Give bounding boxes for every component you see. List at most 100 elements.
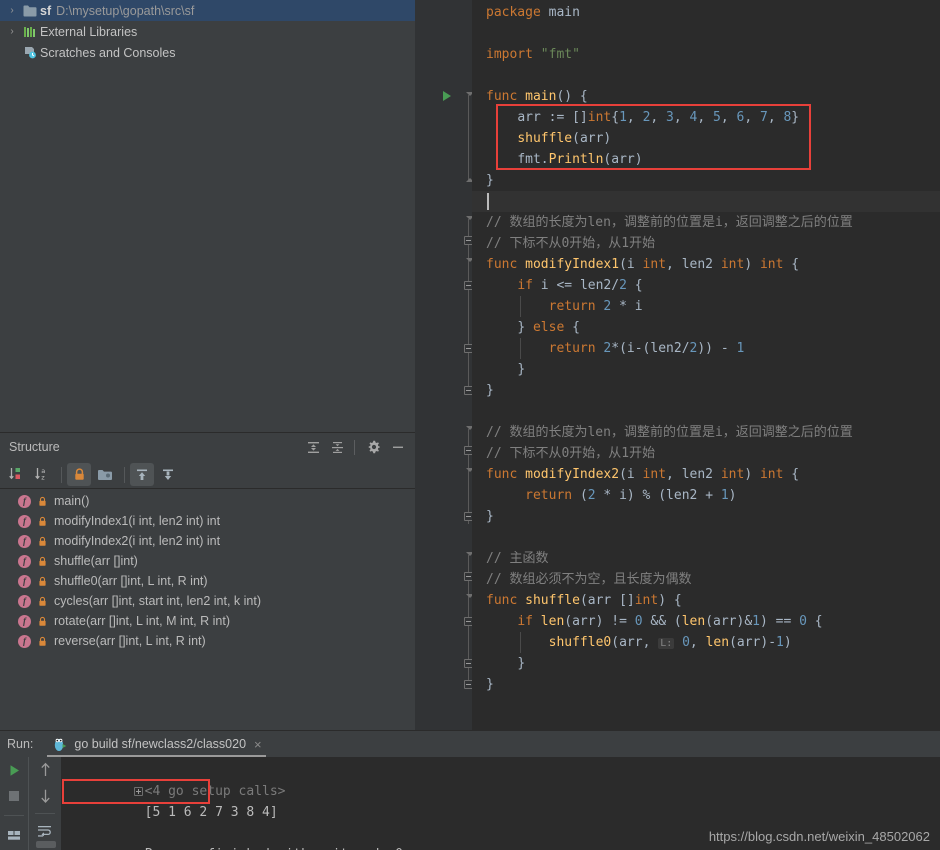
structure-item[interactable]: f main() bbox=[0, 491, 415, 511]
structure-header: Structure bbox=[0, 433, 415, 461]
code-line-2[interactable] bbox=[472, 23, 940, 44]
code-line-31[interactable]: shuffle0(arr, L: 0, len(arr)-1) bbox=[472, 632, 940, 653]
code-line-9[interactable]: } bbox=[472, 170, 940, 191]
structure-item-label: cycles(arr []int, start int, len2 int, k… bbox=[54, 594, 262, 608]
toolbar-separator bbox=[354, 439, 355, 455]
show-fields-button[interactable] bbox=[156, 463, 180, 486]
code-line-21[interactable]: // 数组的长度为len，调整前的位置是i，返回调整之后的位置 bbox=[472, 422, 940, 443]
tree-item-sf-path: D:\mysetup\gopath\src\sf bbox=[56, 3, 195, 18]
code-line-23[interactable]: func modifyIndex2(i int, len2 int) int { bbox=[472, 464, 940, 485]
sort-alphabetically-button[interactable]: a z bbox=[30, 463, 54, 486]
code-line-20[interactable] bbox=[472, 401, 940, 422]
code-line-27[interactable]: // 主函数 bbox=[472, 548, 940, 569]
code-line-17[interactable]: return 2*(i-(len2/2)) - 1 bbox=[472, 338, 940, 359]
structure-item-label: shuffle(arr []int) bbox=[54, 554, 138, 568]
hide-panel-button[interactable] bbox=[387, 436, 409, 458]
function-icon: f bbox=[18, 614, 31, 628]
scratches-icon bbox=[20, 46, 40, 59]
code-editor[interactable]: 1 2 3 4 5 6 7 8 9 10 11 12 13 14 15 16 1… bbox=[415, 0, 940, 730]
code-line-7[interactable]: shuffle(arr) bbox=[472, 128, 940, 149]
code-line-13[interactable]: func modifyIndex1(i int, len2 int) int { bbox=[472, 254, 940, 275]
project-tree-panel: › sf D:\mysetup\gopath\src\sf › External… bbox=[0, 0, 415, 432]
tree-item-external-libraries[interactable]: › External Libraries bbox=[0, 21, 415, 42]
structure-item[interactable]: f cycles(arr []int, start int, len2 int,… bbox=[0, 591, 415, 611]
structure-item[interactable]: f rotate(arr []int, L int, M int, R int) bbox=[0, 611, 415, 631]
stop-button[interactable] bbox=[0, 783, 28, 809]
rerun-button[interactable] bbox=[0, 757, 28, 783]
console-line[interactable] bbox=[82, 802, 145, 823]
structure-item[interactable]: f modifyIndex2(i int, len2 int) int bbox=[0, 531, 415, 551]
lock-icon bbox=[36, 496, 48, 507]
collapse-all-button[interactable] bbox=[326, 436, 348, 458]
code-line-5[interactable]: func main() { bbox=[472, 86, 940, 107]
toolbar-separator bbox=[124, 466, 125, 483]
layout-button[interactable] bbox=[0, 822, 28, 848]
code-line-28[interactable]: // 数组必须不为空，且长度为偶数 bbox=[472, 569, 940, 590]
lock-icon bbox=[36, 636, 48, 647]
code-line-25[interactable]: } bbox=[472, 506, 940, 527]
console-line[interactable]: Process finished with exit code 0 bbox=[82, 823, 403, 850]
code-line-30[interactable]: if len(arr) != 0 && (len(arr)&1) == 0 { bbox=[472, 611, 940, 632]
sort-by-visibility-button[interactable] bbox=[4, 463, 28, 486]
function-icon: f bbox=[18, 534, 31, 548]
code-line-1[interactable]: package main bbox=[472, 2, 940, 23]
console-line[interactable]: [5 1 6 2 7 3 8 4] bbox=[82, 781, 278, 820]
show-non-public-button[interactable] bbox=[67, 463, 91, 486]
code-line-12[interactable]: // 下标不从0开始，从1开始 bbox=[472, 233, 940, 254]
code-line-14[interactable]: if i <= len2/2 { bbox=[472, 275, 940, 296]
code-line-22[interactable]: // 下标不从0开始，从1开始 bbox=[472, 443, 940, 464]
structure-list: f main() f modifyIndex1(i int, len2 int)… bbox=[0, 489, 415, 729]
code-line-34[interactable] bbox=[472, 695, 940, 716]
console-line-text: [5 1 6 2 7 3 8 4] bbox=[144, 805, 278, 820]
show-anonymous-classes-button[interactable] bbox=[93, 463, 117, 486]
expand-all-button[interactable] bbox=[302, 436, 324, 458]
code-line-3[interactable]: import "fmt" bbox=[472, 44, 940, 65]
fold-guide bbox=[468, 429, 469, 524]
console-line[interactable]: <4 go setup calls> bbox=[71, 760, 286, 799]
scroll-up-button[interactable] bbox=[29, 757, 61, 783]
show-inherited-button[interactable] bbox=[130, 463, 154, 486]
code-line-33[interactable]: } bbox=[472, 674, 940, 695]
code-line-4[interactable] bbox=[472, 65, 940, 86]
structure-item[interactable]: f shuffle0(arr []int, L int, R int) bbox=[0, 571, 415, 591]
structure-item[interactable]: f shuffle(arr []int) bbox=[0, 551, 415, 571]
code-line-11[interactable]: // 数组的长度为len，调整前的位置是i，返回调整之后的位置 bbox=[472, 212, 940, 233]
gear-icon[interactable] bbox=[363, 436, 385, 458]
code-text-area[interactable]: package main import "fmt" func main() { … bbox=[472, 0, 940, 730]
run-side-toolbar-right bbox=[28, 757, 61, 850]
lock-icon bbox=[36, 576, 48, 587]
code-line-26[interactable] bbox=[472, 527, 940, 548]
structure-item[interactable]: f reverse(arr []int, L int, R int) bbox=[0, 631, 415, 651]
run-gutter-marker-icon[interactable] bbox=[443, 91, 451, 101]
structure-panel: Structure a z f main() f modifyIndex1(i … bbox=[0, 432, 415, 730]
tree-item-scratches-label: Scratches and Consoles bbox=[40, 45, 176, 60]
code-line-29[interactable]: func shuffle(arr []int) { bbox=[472, 590, 940, 611]
chevron-right-icon[interactable]: › bbox=[4, 26, 20, 37]
code-line-16[interactable]: } else { bbox=[472, 317, 940, 338]
tree-item-external-libraries-label: External Libraries bbox=[40, 24, 138, 39]
scroll-down-button[interactable] bbox=[29, 783, 61, 809]
chevron-right-icon[interactable]: › bbox=[4, 5, 20, 16]
code-line-32[interactable]: } bbox=[472, 653, 940, 674]
structure-item-label: main() bbox=[54, 494, 90, 508]
run-header: Run: go build sf/newclass2/class020 × bbox=[0, 731, 940, 757]
structure-item[interactable]: f modifyIndex1(i int, len2 int) int bbox=[0, 511, 415, 531]
lock-icon bbox=[36, 536, 48, 547]
tree-item-sf[interactable]: › sf D:\mysetup\gopath\src\sf bbox=[0, 0, 415, 21]
code-line-8[interactable]: fmt.Println(arr) bbox=[472, 149, 940, 170]
code-line-15[interactable]: return 2 * i bbox=[472, 296, 940, 317]
code-line-6[interactable]: arr := []int{1, 2, 3, 4, 5, 6, 7, 8} bbox=[472, 107, 940, 128]
code-line-18[interactable]: } bbox=[472, 359, 940, 380]
code-line-24[interactable]: return (2 * i) % (len2 + 1) bbox=[472, 485, 940, 506]
toolbar-separator bbox=[35, 813, 55, 814]
tree-item-scratches-and-consoles[interactable]: Scratches and Consoles bbox=[0, 42, 415, 63]
function-icon: f bbox=[18, 494, 31, 508]
run-tab[interactable]: go build sf/newclass2/class020 × bbox=[47, 731, 266, 757]
structure-title: Structure bbox=[9, 440, 60, 454]
lock-icon bbox=[36, 556, 48, 567]
code-line-10[interactable] bbox=[472, 191, 940, 212]
toolbar-separator bbox=[61, 466, 62, 483]
close-icon[interactable]: × bbox=[254, 737, 262, 752]
code-line-19[interactable]: } bbox=[472, 380, 940, 401]
scroll-nub[interactable] bbox=[36, 841, 56, 848]
